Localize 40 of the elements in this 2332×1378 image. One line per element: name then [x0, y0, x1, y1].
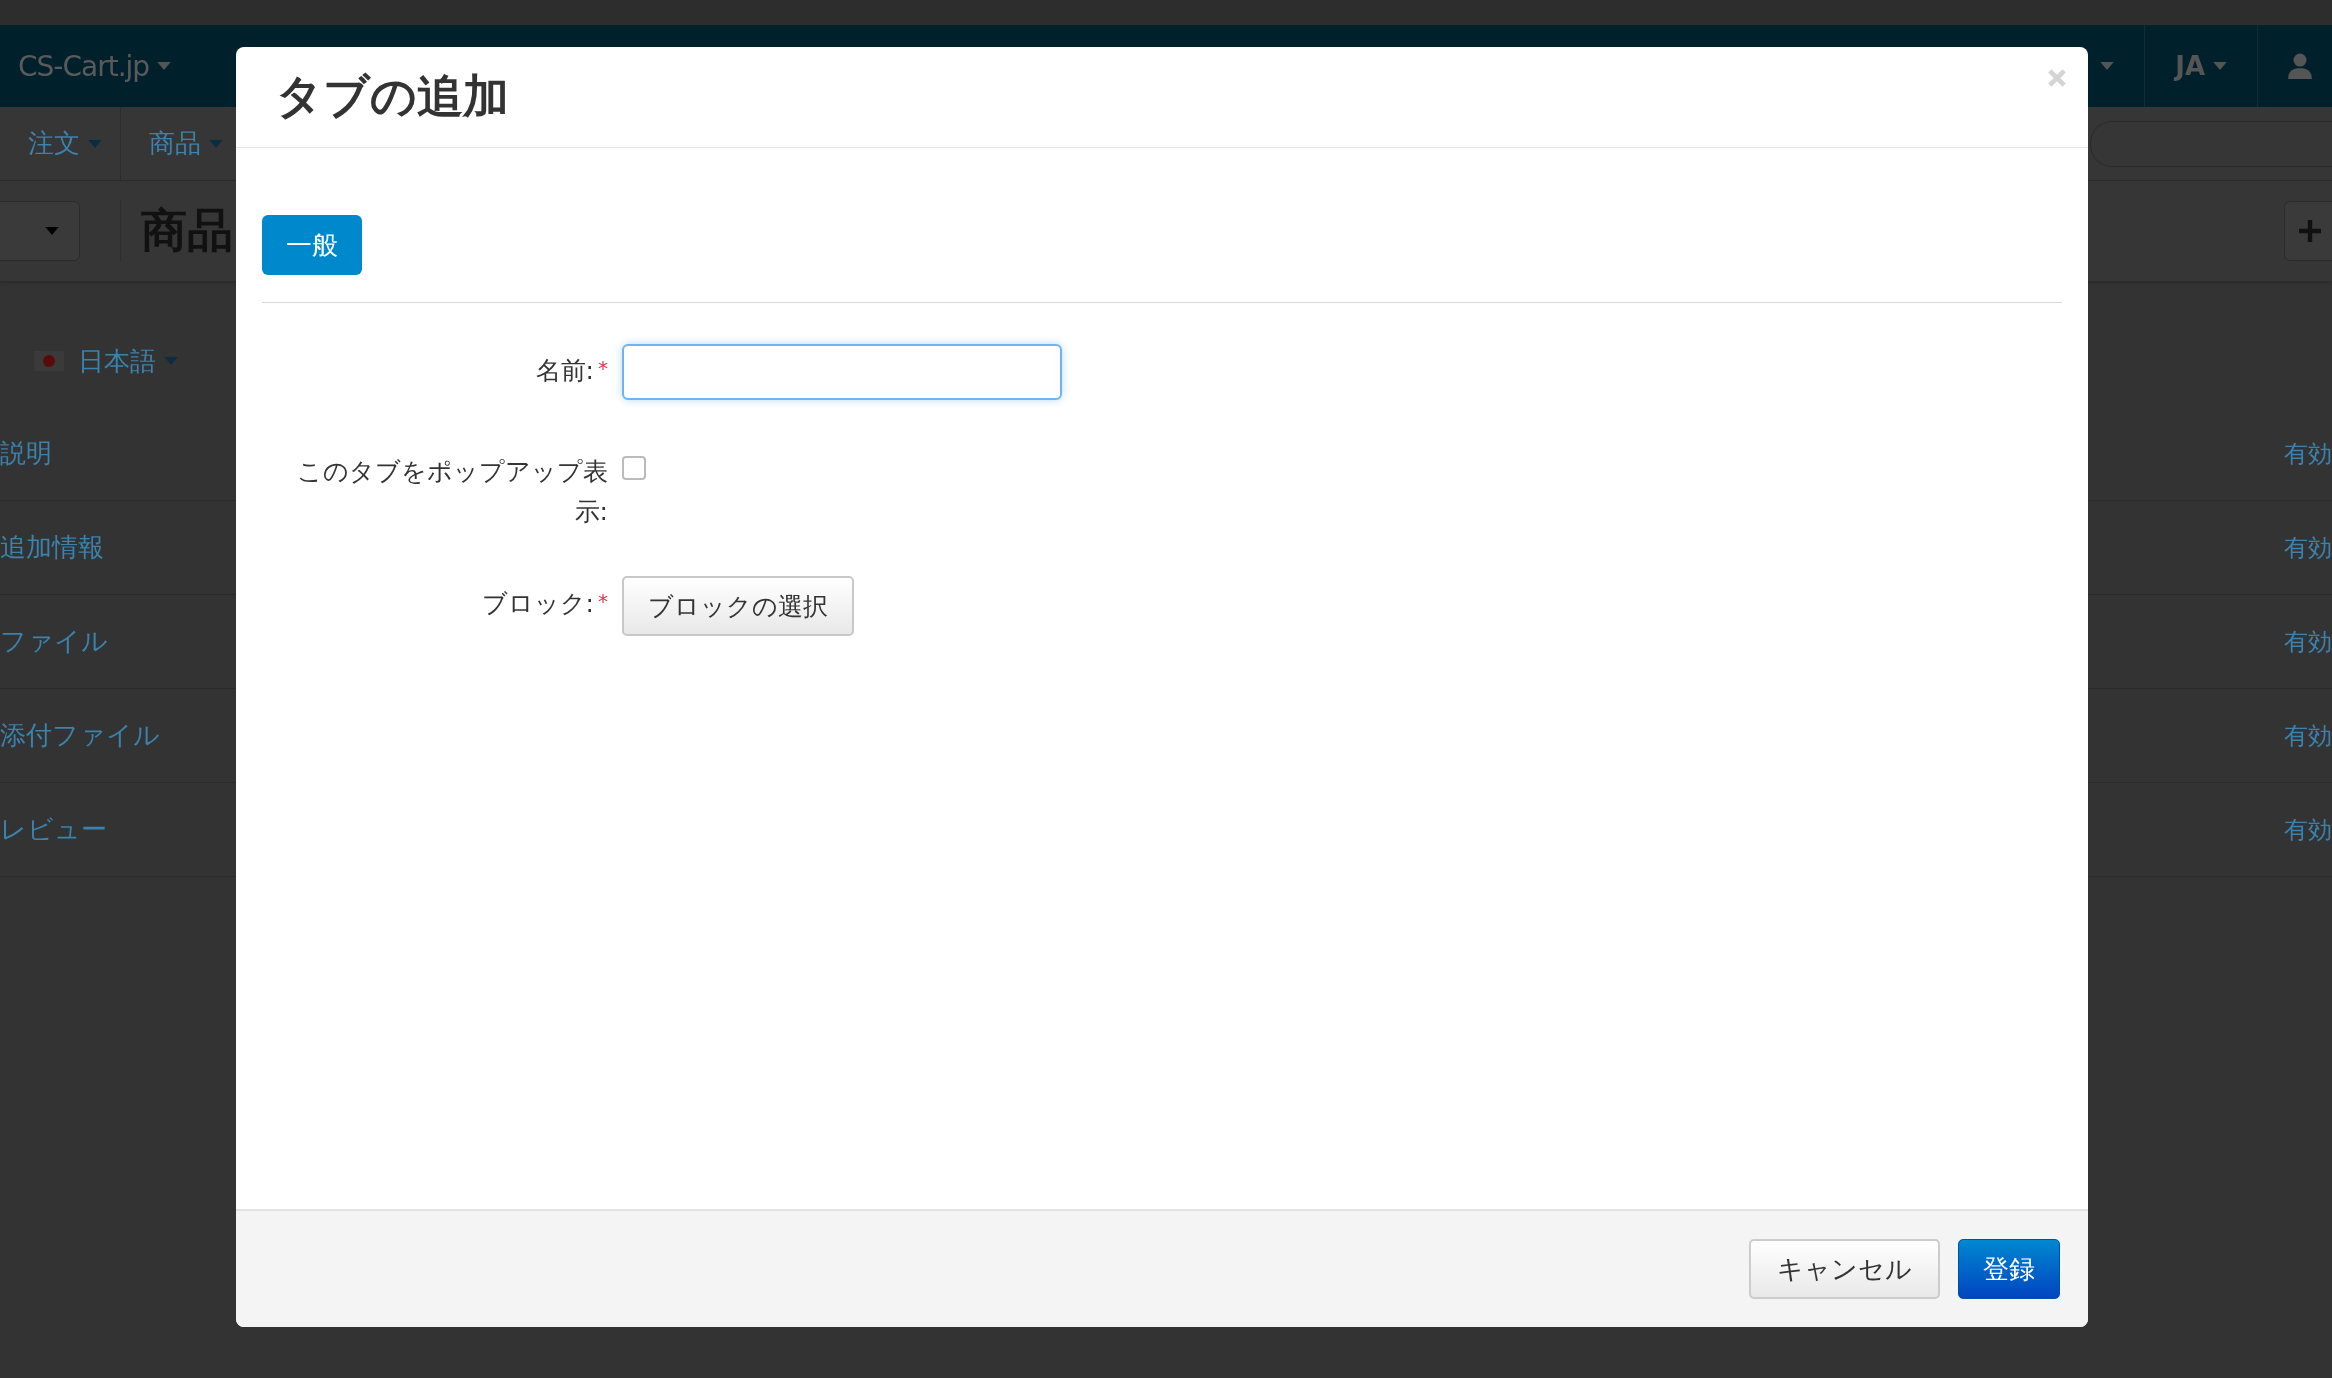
dialog-title: タブの追加: [276, 68, 509, 125]
status-text[interactable]: 有効: [2284, 437, 2332, 470]
tab[interactable]: 一般: [262, 215, 362, 275]
caret-icon: [164, 357, 178, 365]
tab-name-link[interactable]: ファイル: [0, 624, 108, 659]
caret-icon: [88, 139, 102, 148]
user-icon[interactable]: [2288, 53, 2312, 79]
brand-menu[interactable]: CS-Cart.jp: [18, 49, 150, 83]
content-language-menu[interactable]: 日本語: [78, 343, 156, 379]
required-mark: *: [598, 355, 608, 382]
required-mark: *: [598, 588, 608, 615]
cancel-button[interactable]: キャンセル: [1749, 1239, 1940, 1299]
status-text[interactable]: 有効: [2284, 625, 2332, 658]
tab-name-link[interactable]: 追加情報: [0, 530, 104, 565]
status-text[interactable]: 有効: [2284, 531, 2332, 564]
submit-button[interactable]: 登録: [1958, 1239, 2060, 1299]
select-block-button[interactable]: ブロックの選択: [622, 576, 854, 636]
popup-checkbox[interactable]: [622, 456, 646, 480]
nav-menu[interactable]: 商品: [149, 126, 201, 161]
nav-menu[interactable]: 注文: [28, 126, 80, 161]
status-text[interactable]: 有効: [2284, 719, 2332, 752]
field-label: ブロック:: [480, 588, 594, 620]
language-menu[interactable]: JA: [2175, 51, 2205, 81]
tab-name-link[interactable]: レビュー: [0, 812, 107, 847]
field-label: 名前:: [534, 355, 594, 387]
flag-icon: [34, 351, 64, 371]
split-button[interactable]: [0, 201, 80, 261]
name-input-field[interactable]: [622, 344, 1062, 400]
caret-icon: [2213, 62, 2227, 70]
add-button[interactable]: [2284, 201, 2332, 261]
tab-name-link[interactable]: 添付ファイル: [0, 718, 160, 753]
close-icon[interactable]: [2048, 69, 2066, 87]
caret-icon: [157, 62, 172, 70]
status-text[interactable]: 有効: [2284, 813, 2332, 846]
caret-icon: [45, 227, 59, 235]
caret-icon[interactable]: [2100, 62, 2115, 70]
tab-name-link[interactable]: 説明: [0, 436, 52, 471]
field-label: このタブをポップアップ表示:: [296, 456, 608, 528]
plus-icon: [2299, 220, 2321, 242]
caret-icon: [209, 139, 223, 148]
